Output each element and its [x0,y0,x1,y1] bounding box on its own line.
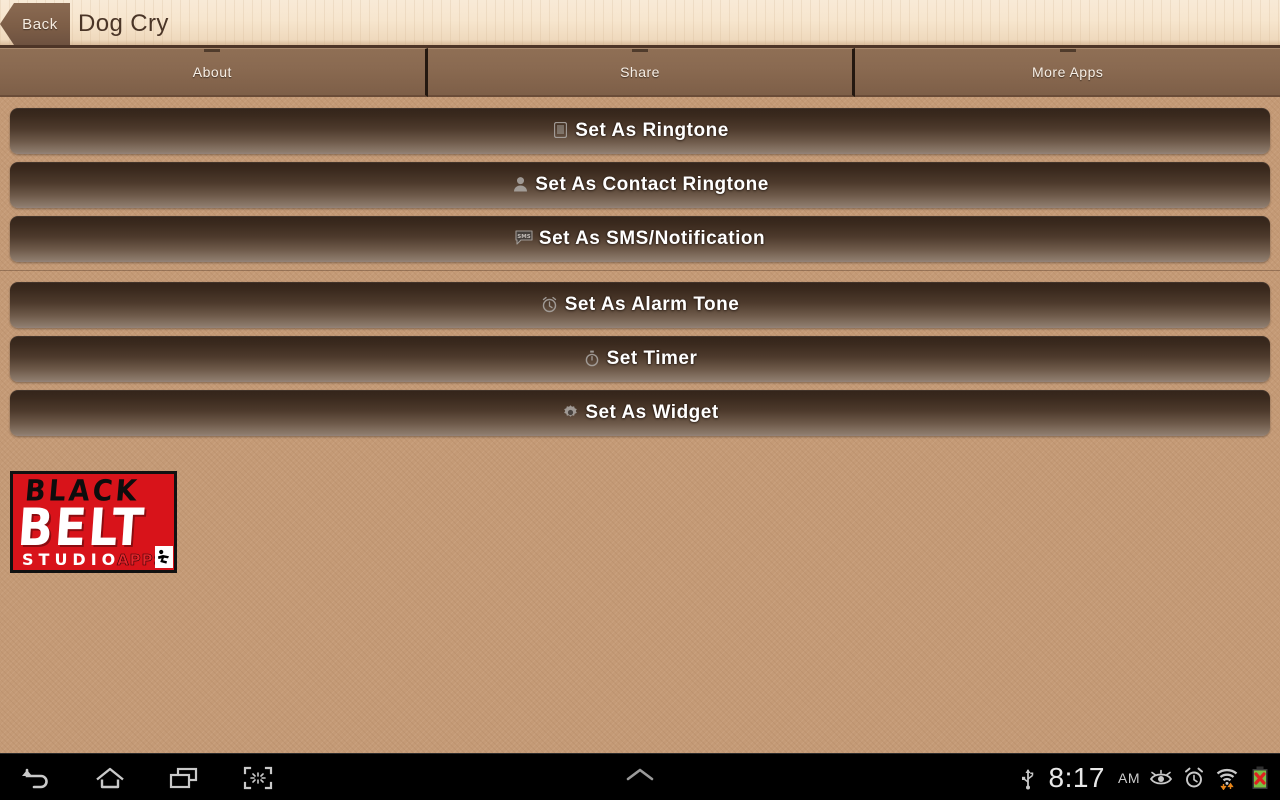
tab-about[interactable]: About [0,48,428,97]
wifi-data-icon[interactable] [1215,765,1239,791]
svg-text:SMS: SMS [517,234,530,240]
battery-error-icon[interactable] [1248,765,1272,791]
ringtone-action-group: Set As Ringtone Set As Contact Ringtone [0,108,1280,262]
alarm-set-icon[interactable] [1182,765,1206,791]
set-as-ringtone-button[interactable]: Set As Ringtone [10,108,1270,154]
nav-expand-button[interactable] [623,754,657,800]
set-timer-button[interactable]: Set Timer [10,336,1270,382]
app-root: Back Dog Cry About Share More Apps Set A… [0,0,1280,800]
logo-text-studio: STUDIO [22,550,121,569]
status-area: 8:17 AM [1016,754,1273,800]
alarm-action-group: Set As Alarm Tone Set Timer Set As Widge… [0,282,1280,436]
set-as-ringtone-label: Set As Ringtone [575,120,729,141]
set-as-widget-button[interactable]: Set As Widget [10,390,1270,436]
logo-figure-icon [155,546,173,568]
alarm-clock-icon [541,296,559,314]
nav-left-group [14,754,280,800]
sms-bubble-icon: SMS [515,230,533,248]
page-title: Dog Cry [78,10,169,37]
tab-more-apps[interactable]: More Apps [855,48,1280,97]
tab-share[interactable]: Share [427,48,856,97]
stopwatch-timer-icon [583,350,601,368]
set-as-contact-ringtone-label: Set As Contact Ringtone [535,174,769,195]
back-button-label: Back [22,15,58,33]
set-as-sms-notification-inner: SMS Set As SMS/Notification [515,228,765,250]
set-as-contact-ringtone-button[interactable]: Set As Contact Ringtone [10,162,1270,208]
set-as-alarm-tone-button[interactable]: Set As Alarm Tone [10,282,1270,328]
status-clock[interactable]: 8:17 [1049,762,1106,794]
set-as-ringtone-inner: Set As Ringtone [551,120,729,142]
contact-person-icon [511,176,529,194]
gear-widget-icon [561,404,579,422]
black-belt-studio-logo[interactable]: BLACK BELT STUDIO APPS [10,471,177,573]
back-arrow-icon[interactable] [14,758,58,798]
set-as-contact-ringtone-inner: Set As Contact Ringtone [511,174,769,196]
set-as-alarm-tone-inner: Set As Alarm Tone [541,294,740,316]
set-timer-inner: Set Timer [583,348,698,370]
tab-share-label: Share [620,64,660,80]
set-as-widget-label: Set As Widget [585,402,719,423]
set-as-sms-notification-button[interactable]: SMS Set As SMS/Notification [10,216,1270,262]
screenshot-icon[interactable] [236,758,280,798]
tab-more-apps-label: More Apps [1031,64,1104,80]
set-as-alarm-tone-label: Set As Alarm Tone [564,294,740,315]
recent-apps-icon[interactable] [162,758,206,798]
tab-bar: About Share More Apps [0,48,1280,97]
usb-icon[interactable] [1016,765,1040,791]
set-as-widget-inner: Set As Widget [561,402,718,424]
system-navigation-bar: 8:17 AM [0,753,1280,800]
logo-text-belt: BELT [15,496,148,558]
status-clock-ampm: AM [1118,769,1140,786]
tab-about-label: About [192,64,232,80]
app-header: Back Dog Cry [0,0,1280,48]
set-timer-label: Set Timer [606,348,698,369]
back-button[interactable]: Back [0,3,70,45]
home-icon[interactable] [88,758,132,798]
phone-ringtone-icon [551,121,569,140]
group-divider [0,270,1280,271]
eye-icon[interactable] [1149,765,1173,791]
chevron-up-icon [623,765,657,790]
content-area: Set As Ringtone Set As Contact Ringtone [0,97,1280,753]
set-as-sms-notification-label: Set As SMS/Notification [538,228,766,249]
